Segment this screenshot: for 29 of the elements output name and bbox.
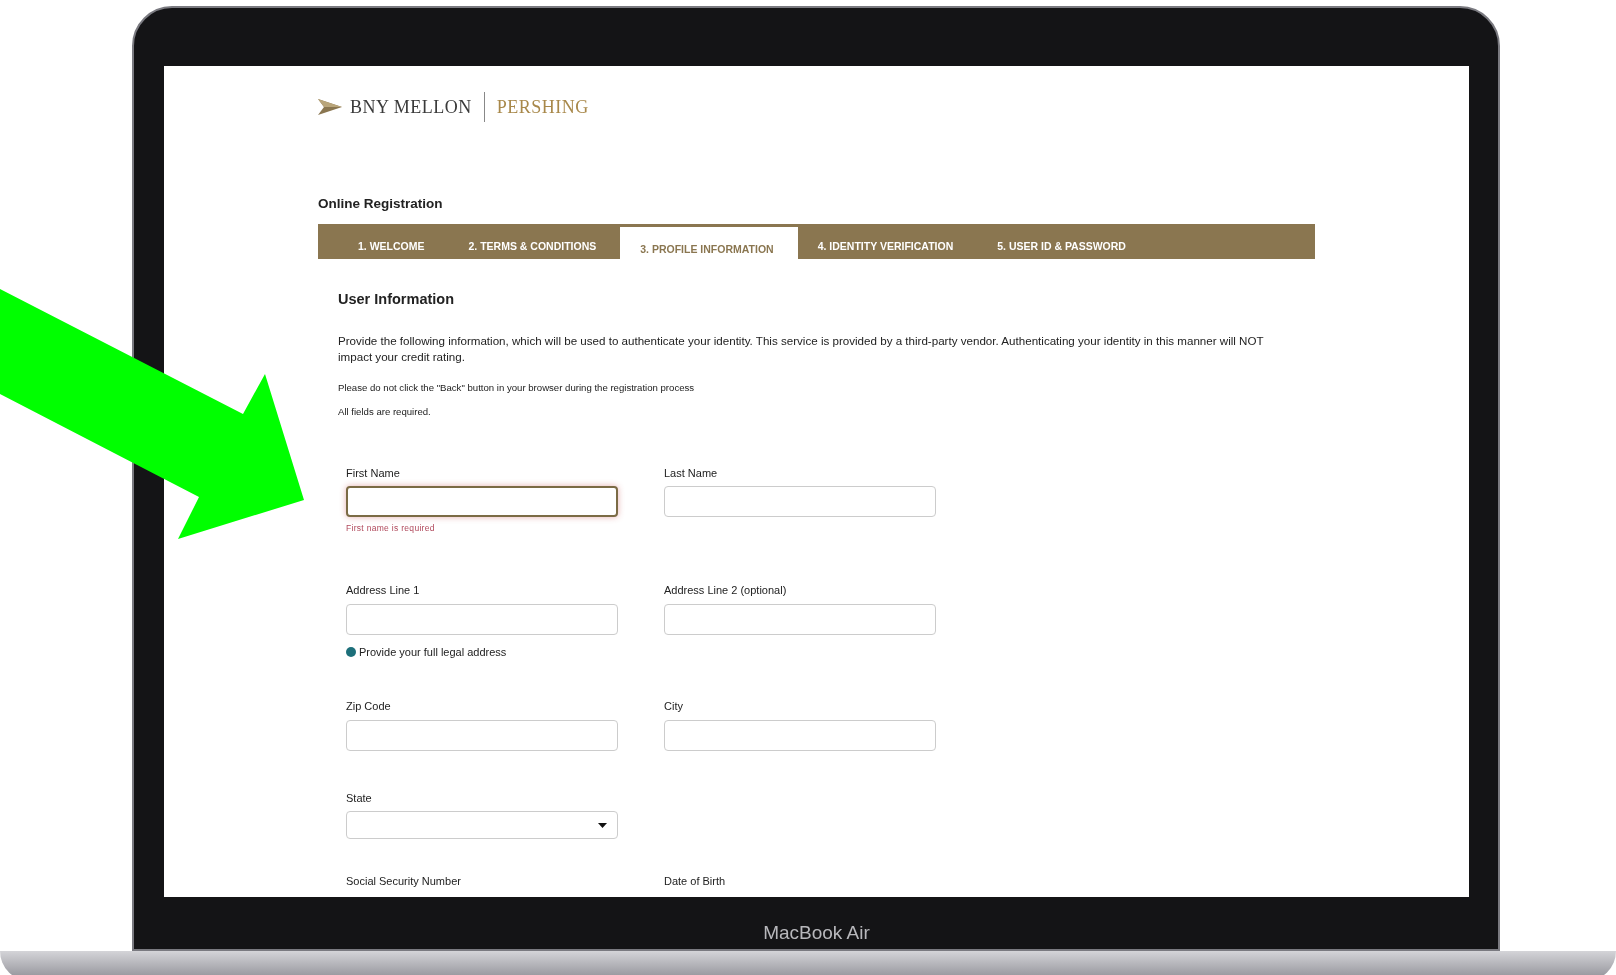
step-tab[interactable]: 5. USER ID & PASSWORD <box>977 224 1150 260</box>
step-tab[interactable]: 2. TERMS & CONDITIONS <box>448 224 621 260</box>
error-message: First name is required <box>346 522 436 536</box>
field-label: Address Line 2 (optional) <box>664 583 788 599</box>
help-icon <box>346 646 356 657</box>
caret-icon <box>598 822 607 828</box>
field-label: City <box>664 699 684 715</box>
input-field[interactable] <box>346 486 618 518</box>
help-text: Provide your full legal address <box>359 644 507 660</box>
intro-text: Provide the following information, which will be used to authenticate your identity. This service is provided by a third-party vendor. Authenticating your identity in this manner will NOT impact your credit rating. <box>338 333 1265 365</box>
select-field[interactable] <box>346 811 618 840</box>
device-label: MacBook Air <box>763 921 870 945</box>
page-title: Online Registration <box>318 195 444 213</box>
field-label: Last Name <box>664 465 719 481</box>
field-label: State <box>346 790 373 806</box>
step-tab[interactable]: 4. IDENTITY VERIFICATION <box>797 224 978 260</box>
brand-name: BNY MELLON <box>350 95 472 119</box>
section-title: User Information <box>338 290 455 310</box>
step-tab[interactable]: 1. WELCOME <box>338 224 449 260</box>
step-tab[interactable]: 3. PROFILE INFORMATION <box>620 227 798 260</box>
logo-icon <box>318 99 342 115</box>
field-label: First Name <box>346 465 401 481</box>
field-label: Zip Code <box>346 699 392 715</box>
field-label: Address Line 1 <box>346 583 421 599</box>
field-label: Date of Birth <box>664 874 727 890</box>
field-label: Social Security Number <box>346 874 462 890</box>
brand-subname: PERSHING <box>496 95 589 119</box>
note-text: Please do not click the "Back" button in your browser during the registration process <box>338 381 696 395</box>
note-text: All fields are required. <box>338 405 432 420</box>
